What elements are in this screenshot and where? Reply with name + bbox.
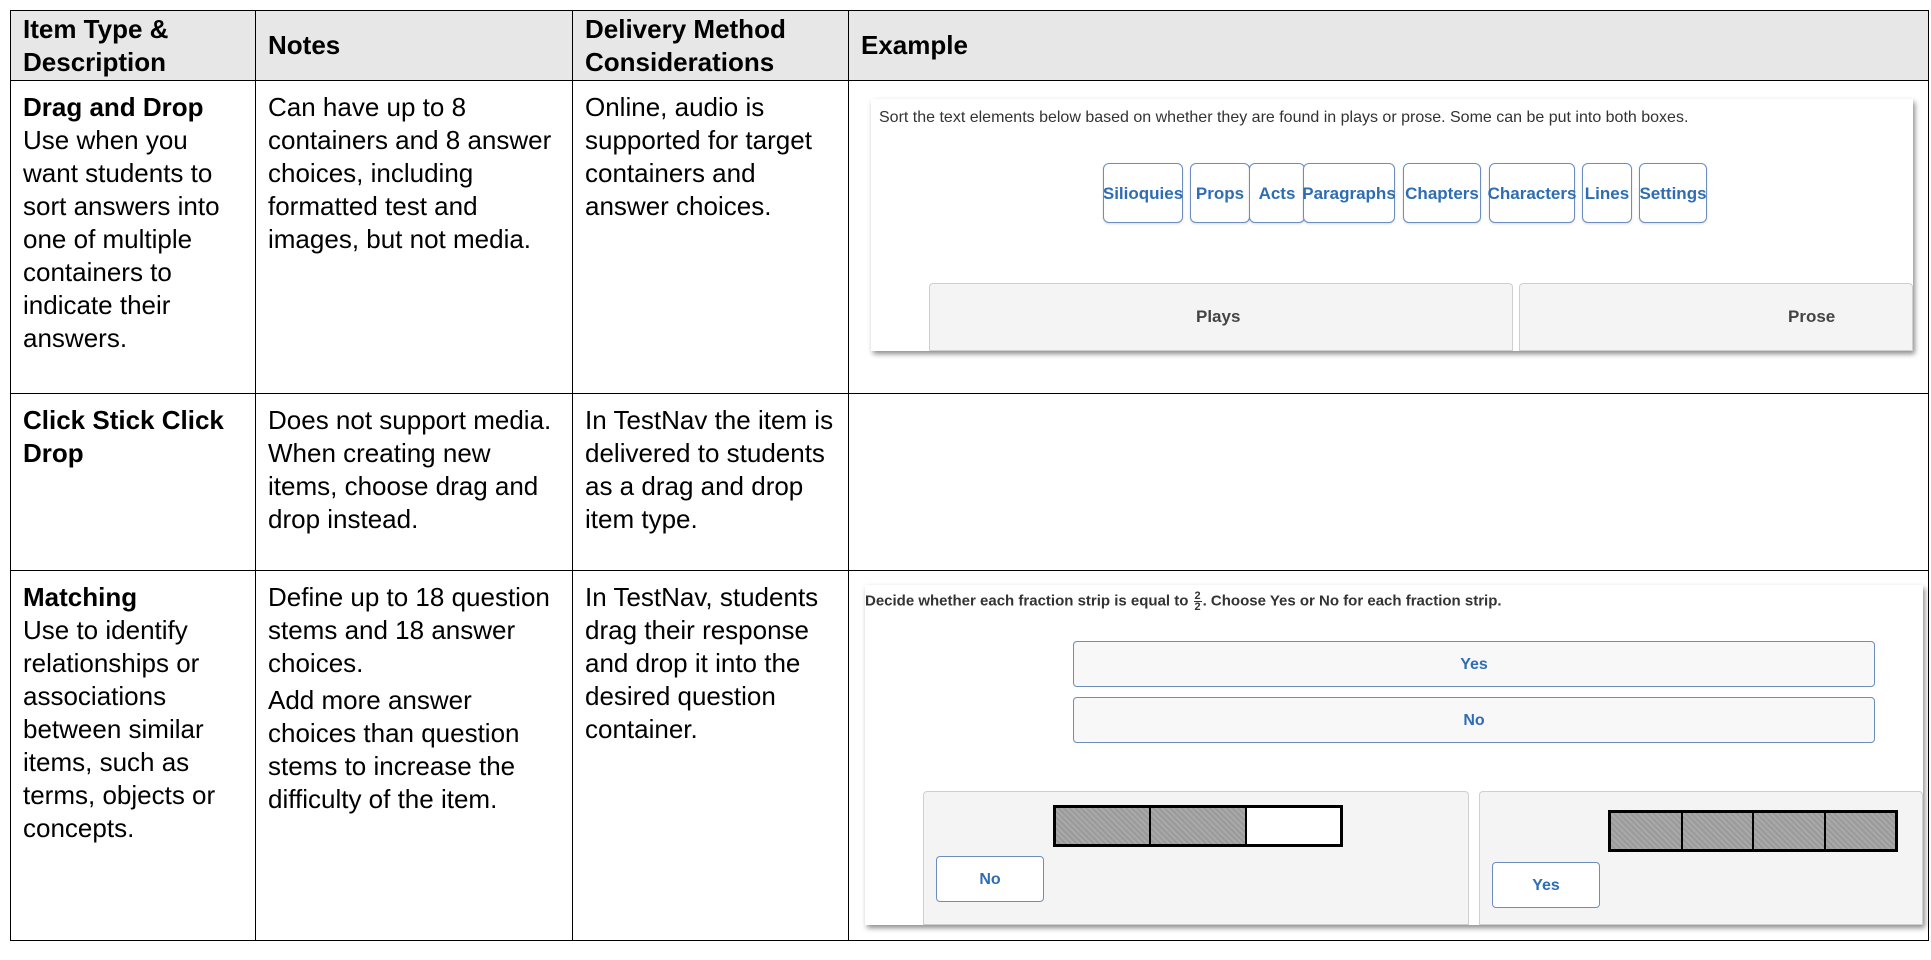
prompt-after: . Choose Yes or No for each fraction str…: [1202, 592, 1502, 610]
drag-drop-prompt: Sort the text elements below based on wh…: [879, 109, 1689, 126]
prompt-before: Decide whether each fraction strip is eq…: [865, 592, 1189, 610]
delivery-cell: Online, audio is supported for target co…: [572, 80, 849, 394]
table-row-click-stick: Click Stick Click Drop Does not support …: [10, 393, 1929, 571]
header-delivery: Delivery Method Considerations: [572, 10, 849, 81]
container-prose-label: Prose: [1788, 307, 1836, 326]
chip-paragraphs[interactable]: Paragraphs: [1302, 163, 1396, 223]
matching-example: Decide whether each fraction strip is eq…: [865, 585, 1923, 925]
fraction-numerator: 2: [1194, 590, 1201, 602]
right-question-container[interactable]: Yes: [1479, 791, 1923, 925]
header-item-type: Item Type & Description: [10, 10, 256, 81]
item-types-table: Item Type & Description Notes Delivery M…: [10, 10, 1929, 941]
left-question-container[interactable]: No: [923, 791, 1469, 925]
example-cell: Decide whether each fraction strip is eq…: [848, 570, 1929, 941]
item-title: Matching: [23, 582, 138, 612]
fraction-strip-left: [1053, 805, 1343, 847]
drag-drop-example: Sort the text elements below based on wh…: [871, 99, 1913, 351]
chip-lines[interactable]: Lines: [1582, 163, 1632, 223]
delivery-cell: In TestNav the item is delivered to stud…: [572, 393, 849, 571]
option-yes[interactable]: Yes: [1073, 641, 1875, 687]
notes-text-1: Define up to 18 question stems and 18 an…: [268, 582, 550, 678]
container-prose[interactable]: Prose: [1519, 283, 1913, 351]
strip-segment: [1056, 808, 1152, 844]
item-title: Click Stick Click Drop: [23, 405, 224, 468]
notes-text: Does not support media. When creating ne…: [268, 405, 552, 534]
example-cell-empty: [848, 393, 1929, 571]
chip-characters[interactable]: Characters: [1488, 163, 1576, 223]
notes-cell: Does not support media. When creating ne…: [255, 393, 573, 571]
option-no[interactable]: No: [1073, 697, 1875, 743]
chip-props[interactable]: Props: [1190, 163, 1250, 223]
chip-acts[interactable]: Acts: [1249, 163, 1305, 223]
item-type-cell: Drag and Drop Use when you want students…: [10, 80, 256, 394]
answer-no-button[interactable]: No: [936, 856, 1044, 902]
item-type-cell: Matching Use to identify relationships o…: [10, 570, 256, 941]
matching-prompt: Decide whether each fraction strip is eq…: [865, 590, 1502, 613]
notes-cell: Define up to 18 question stems and 18 an…: [255, 570, 573, 941]
header-notes: Notes: [255, 10, 573, 81]
strip-segment: [1825, 813, 1895, 849]
strip-segment: [1754, 813, 1826, 849]
header-example: Example: [848, 10, 1929, 81]
chip-settings[interactable]: Settings: [1639, 163, 1707, 223]
item-description: Use to identify relationships or associa…: [23, 615, 216, 843]
delivery-cell: In TestNav, students drag their response…: [572, 570, 849, 941]
table-row-matching: Matching Use to identify relationships o…: [10, 570, 1929, 941]
strip-segment: [1611, 813, 1683, 849]
fraction-denominator: 2: [1194, 601, 1201, 613]
item-title: Drag and Drop: [23, 92, 204, 122]
container-plays-label: Plays: [1196, 307, 1241, 326]
notes-text: Can have up to 8 containers and 8 answer…: [268, 92, 552, 254]
fraction: 2 2: [1193, 590, 1202, 613]
chip-silioquies[interactable]: Silioquies: [1103, 163, 1183, 223]
example-cell: Sort the text elements below based on wh…: [848, 80, 1929, 394]
strip-segment: [1151, 808, 1247, 844]
item-type-cell: Click Stick Click Drop: [10, 393, 256, 571]
fraction-strip-right: [1608, 810, 1898, 852]
table-row-drag-drop: Drag and Drop Use when you want students…: [10, 80, 1929, 394]
container-plays[interactable]: Plays: [929, 283, 1513, 351]
item-description: Use when you want students to sort answe…: [23, 125, 220, 353]
header-row: Item Type & Description Notes Delivery M…: [10, 10, 1929, 81]
notes-text-2: Add more answer choices than question st…: [268, 685, 520, 814]
strip-segment: [1246, 808, 1340, 844]
answer-yes-button[interactable]: Yes: [1492, 862, 1600, 908]
strip-segment: [1682, 813, 1754, 849]
notes-cell: Can have up to 8 containers and 8 answer…: [255, 80, 573, 394]
chip-chapters[interactable]: Chapters: [1403, 163, 1481, 223]
